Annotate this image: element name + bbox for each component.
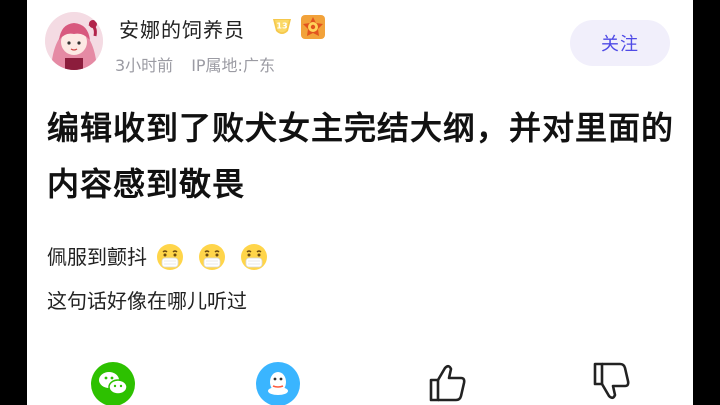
share-wechat-button[interactable] bbox=[89, 360, 137, 405]
level-badge-icon: 13 bbox=[270, 16, 294, 38]
post-meta: 3小时前 IP属地:广东 bbox=[115, 52, 275, 76]
medal-badge-icon bbox=[300, 14, 326, 40]
post-frame: 安娜的饲养员 13 3小时前 IP属地:广东 关注 编辑收到了败犬女主完结大纲，并… bbox=[27, 0, 693, 405]
level-number: 13 bbox=[276, 22, 287, 31]
post-line-2: 这句话好像在哪儿听过 bbox=[47, 288, 667, 314]
post-time: 3小时前 bbox=[115, 56, 174, 75]
post-line-1-text: 佩服到颤抖 bbox=[47, 245, 147, 269]
follow-button[interactable]: 关注 bbox=[570, 20, 670, 66]
post-body: 佩服到颤抖 这句话好像在哪儿听过 bbox=[47, 242, 667, 314]
wechat-icon bbox=[91, 362, 135, 405]
post-title: 编辑收到了败犬女主完结大纲，并对里面的内容感到敬畏 bbox=[47, 109, 675, 203]
ip-location: IP属地:广东 bbox=[191, 56, 275, 75]
qq-icon bbox=[256, 362, 300, 405]
like-button[interactable] bbox=[425, 360, 473, 405]
share-qq-button[interactable] bbox=[254, 360, 302, 405]
post-line-1: 佩服到颤抖 bbox=[47, 242, 667, 272]
masked-face-emoji-icon bbox=[241, 244, 267, 270]
masked-face-emoji-icon bbox=[199, 244, 225, 270]
thumbs-up-icon bbox=[429, 364, 466, 402]
thumbs-down-icon bbox=[593, 362, 630, 400]
author-name[interactable]: 安娜的饲养员 bbox=[119, 14, 245, 43]
post-line-2-text: 这句话好像在哪儿听过 bbox=[47, 289, 247, 313]
dislike-button[interactable] bbox=[589, 360, 637, 405]
avatar[interactable] bbox=[45, 12, 103, 70]
masked-face-emoji-icon bbox=[157, 244, 183, 270]
